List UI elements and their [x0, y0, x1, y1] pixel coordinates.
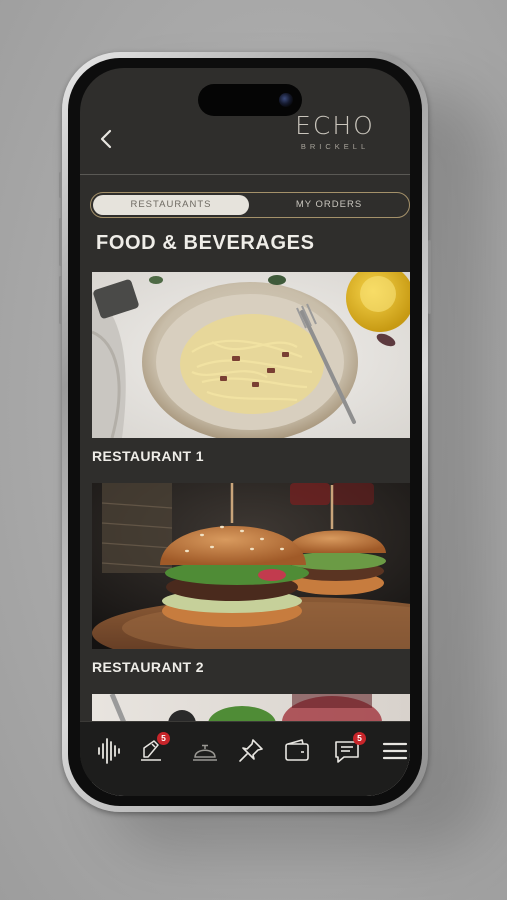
logo-wordmark: ECHO — [295, 111, 375, 140]
power-button — [428, 240, 431, 314]
phone-frame: ECHO BRICKELL RESTAURANTS MY ORDERS FOOD… — [59, 52, 431, 812]
restaurant-card[interactable]: RESTAURANT 1 — [92, 272, 410, 464]
header-divider — [80, 174, 410, 175]
wallet-icon[interactable] — [282, 736, 312, 766]
camera-lens — [279, 93, 293, 107]
sound-wave-icon[interactable] — [94, 736, 124, 766]
service-bell-icon[interactable] — [190, 736, 220, 766]
volume-up-button — [59, 218, 62, 266]
restaurant-name: RESTAURANT 2 — [92, 659, 204, 675]
mute-switch — [59, 172, 62, 198]
app-header: ECHO BRICKELL — [80, 68, 410, 168]
bottom-nav: 5 5 — [80, 721, 410, 796]
dynamic-island — [198, 84, 302, 116]
screen: ECHO BRICKELL RESTAURANTS MY ORDERS FOOD… — [80, 68, 410, 796]
chat-button[interactable]: 5 — [332, 732, 366, 766]
menu-icon[interactable] — [380, 736, 410, 766]
tab-my-orders[interactable]: MY ORDERS — [253, 195, 405, 215]
restaurant-card[interactable]: RESTAURANT 2 — [92, 483, 410, 675]
segmented-control: RESTAURANTS MY ORDERS — [90, 192, 410, 218]
restaurant-2-photo — [92, 483, 410, 649]
notification-badge: 5 — [157, 732, 170, 745]
tab-restaurants[interactable]: RESTAURANTS — [93, 195, 249, 215]
restaurant-name: RESTAURANT 1 — [92, 448, 204, 464]
edit-note-button[interactable]: 5 — [136, 732, 170, 766]
bezel: ECHO BRICKELL RESTAURANTS MY ORDERS FOOD… — [68, 58, 422, 806]
notification-badge: 5 — [353, 732, 366, 745]
restaurant-1-photo — [92, 272, 410, 438]
brand-logo: ECHO BRICKELL — [290, 112, 380, 160]
page-title: FOOD & BEVERAGES — [96, 232, 315, 254]
volume-down-button — [59, 276, 62, 324]
logo-subtitle: BRICKELL — [300, 142, 370, 151]
back-arrow-icon[interactable] — [96, 128, 118, 150]
pin-icon[interactable] — [236, 736, 266, 766]
